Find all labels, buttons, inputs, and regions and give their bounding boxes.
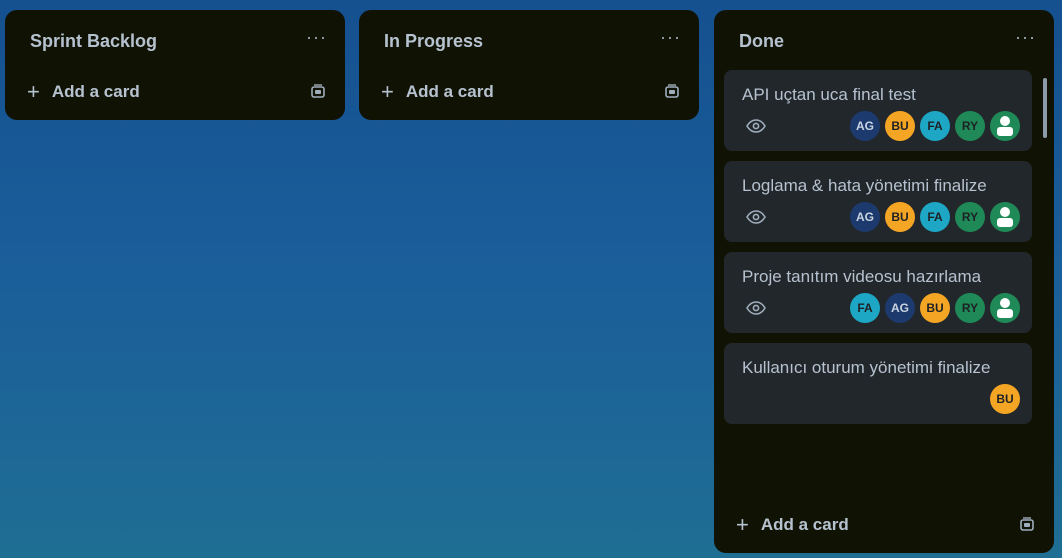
member-avatar[interactable]: BU	[920, 293, 950, 323]
list-menu-icon[interactable]: ···	[1011, 27, 1040, 56]
list-menu-icon[interactable]: ···	[302, 27, 331, 56]
card-title: Kullanıcı oturum yönetimi finalize	[742, 358, 991, 377]
add-card-button[interactable]: + Add a card	[27, 81, 140, 103]
member-avatar[interactable]: BU	[885, 111, 915, 141]
add-card-label: Add a card	[405, 82, 494, 101]
plus-icon: +	[736, 512, 749, 537]
member-avatar[interactable]: AG	[850, 202, 880, 232]
card-members: BU	[990, 384, 1020, 414]
list-in-progress: In Progress ··· + Add a card	[359, 10, 699, 120]
list-sprint-backlog: Sprint Backlog ··· + Add a card	[5, 10, 345, 120]
scrollbar[interactable]	[1042, 70, 1048, 502]
user-avatar-icon[interactable]	[990, 202, 1020, 232]
member-avatar[interactable]: FA	[920, 111, 950, 141]
scrollbar-thumb[interactable]	[1043, 78, 1047, 138]
list-header: In Progress ···	[359, 10, 699, 72]
card-members: AG BU FA RY	[850, 202, 1020, 232]
card-badges: AG BU FA RY	[742, 202, 1020, 232]
eye-icon	[746, 301, 766, 315]
list-menu-icon[interactable]: ···	[656, 27, 685, 56]
card[interactable]: Kullanıcı oturum yönetimi finalize BU	[724, 343, 1032, 424]
add-card-row: + Add a card	[359, 72, 699, 112]
plus-icon: +	[27, 79, 40, 104]
member-avatar[interactable]: AG	[850, 111, 880, 141]
member-avatar[interactable]: RY	[955, 293, 985, 323]
user-avatar-icon[interactable]	[990, 293, 1020, 323]
card-badges: FA AG BU RY	[742, 293, 1020, 323]
card-members: AG BU FA RY	[850, 111, 1020, 141]
card[interactable]: Loglama & hata yönetimi finalize AG BU FA RY	[724, 161, 1032, 242]
member-avatar[interactable]: FA	[850, 293, 880, 323]
card[interactable]: Proje tanıtım videosu hazırlama FA AG BU RY	[724, 252, 1032, 333]
card[interactable]: API uçtan uca final test AG BU FA RY	[724, 70, 1032, 151]
eye-icon	[746, 210, 766, 224]
card-template-icon[interactable]	[1018, 516, 1036, 534]
card-list: API uçtan uca final test AG BU FA RY Loglama …	[724, 70, 1032, 494]
card-badges: AG BU FA RY	[742, 111, 1020, 141]
list-title[interactable]: Sprint Backlog	[30, 31, 157, 52]
card-title: Proje tanıtım videosu hazırlama	[742, 267, 982, 286]
add-card-row: + Add a card	[5, 72, 345, 112]
member-avatar[interactable]: RY	[955, 111, 985, 141]
list-title[interactable]: Done	[739, 31, 784, 52]
user-avatar-icon[interactable]	[990, 111, 1020, 141]
member-avatar[interactable]: BU	[885, 202, 915, 232]
member-avatar[interactable]: FA	[920, 202, 950, 232]
card-template-icon[interactable]	[309, 83, 327, 101]
member-avatar[interactable]: AG	[885, 293, 915, 323]
card-template-icon[interactable]	[663, 83, 681, 101]
card-badges: BU	[742, 384, 1020, 414]
list-header: Done ···	[714, 10, 1054, 72]
add-card-row: + Add a card	[714, 505, 1054, 545]
plus-icon: +	[381, 79, 394, 104]
card-members: FA AG BU RY	[850, 293, 1020, 323]
list-done: Done ··· API uçtan uca final test AG BU FA R…	[714, 10, 1054, 553]
card-title: Loglama & hata yönetimi finalize	[742, 176, 987, 195]
add-card-button[interactable]: + Add a card	[736, 514, 849, 536]
add-card-button[interactable]: + Add a card	[381, 81, 494, 103]
list-title[interactable]: In Progress	[384, 31, 483, 52]
add-card-label: Add a card	[51, 82, 140, 101]
list-header: Sprint Backlog ···	[5, 10, 345, 72]
eye-icon	[746, 119, 766, 133]
card-title: API uçtan uca final test	[742, 85, 916, 104]
add-card-label: Add a card	[760, 515, 849, 534]
member-avatar[interactable]: RY	[955, 202, 985, 232]
member-avatar[interactable]: BU	[990, 384, 1020, 414]
